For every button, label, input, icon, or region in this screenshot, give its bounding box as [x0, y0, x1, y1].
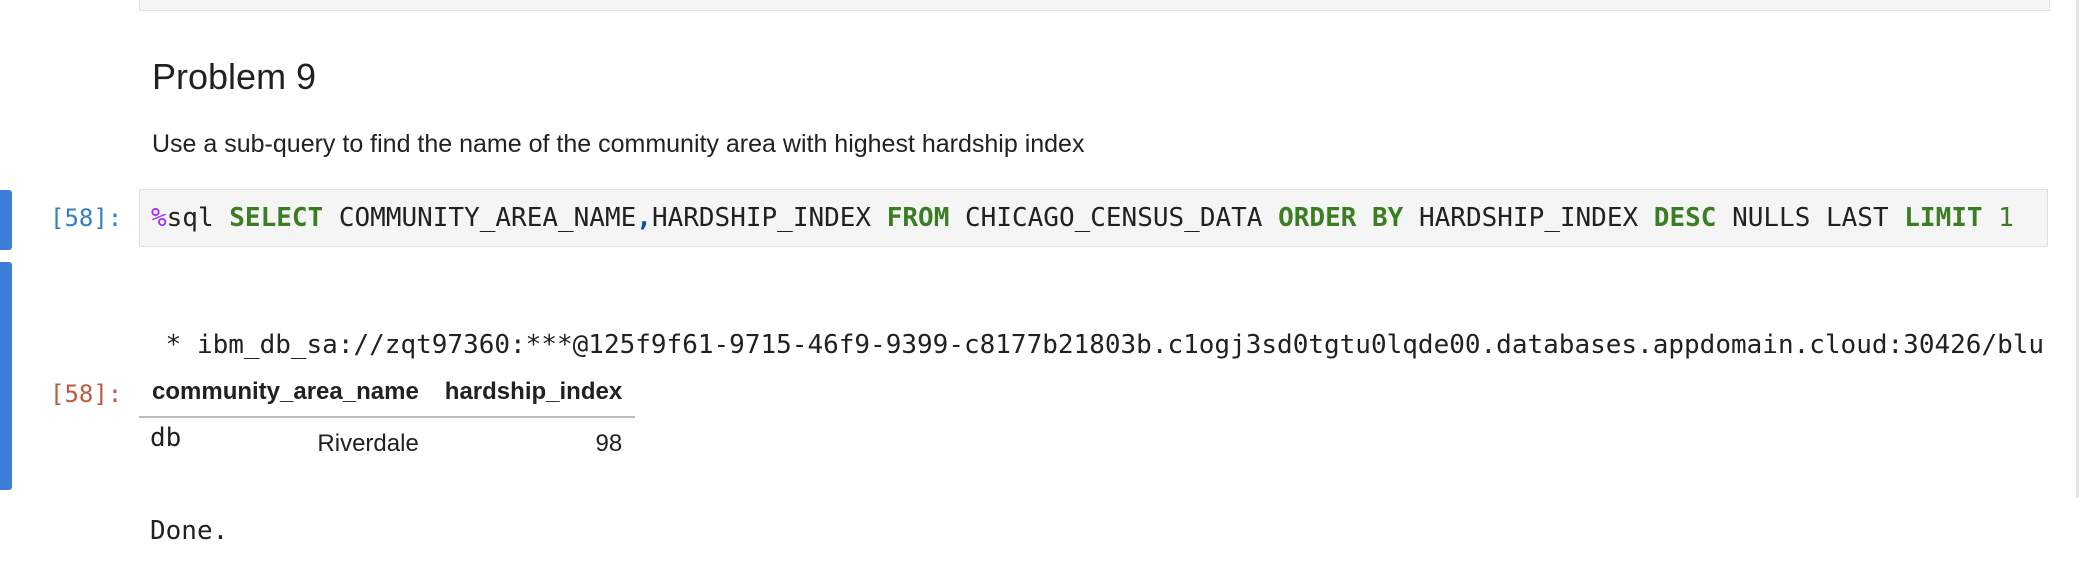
magic-name: sql: [166, 203, 230, 233]
magic-percent: %: [151, 203, 167, 233]
table-cell: Riverdale: [317, 430, 419, 457]
column-header: hardship_index: [431, 372, 636, 418]
column-2: HARDSHIP_INDEX: [651, 203, 887, 233]
output-prompt: [58]:: [50, 380, 123, 408]
kw-desc: DESC: [1653, 203, 1717, 233]
kw-from: FROM: [886, 203, 950, 233]
output-line: Done.: [150, 516, 229, 546]
problem-heading: Problem 9: [152, 56, 317, 97]
scrollbar[interactable]: [2076, 0, 2079, 498]
previous-cell-output: [139, 0, 2050, 11]
code-editor[interactable]: %sql SELECT COMMUNITY_AREA_NAME,HARDSHIP…: [139, 189, 2048, 247]
input-prompt: [58]:: [50, 204, 123, 232]
result-table: community_area_name hardship_index River…: [139, 372, 636, 470]
code-line: %sql SELECT COMMUNITY_AREA_NAME,HARDSHIP…: [151, 203, 2014, 233]
table-name: CHICAGO_CENSUS_DATA: [949, 203, 1279, 233]
comma: ,: [636, 203, 652, 233]
output-line: * ibm_db_sa://zqt97360:***@125f9f61-9715…: [150, 330, 2045, 360]
output-collapse-bar[interactable]: [0, 262, 12, 490]
cell-selection-bar[interactable]: [0, 190, 12, 250]
table-header-row: community_area_name hardship_index: [139, 372, 636, 418]
kw-select: SELECT: [229, 203, 324, 233]
table-row: Riverdale 98: [139, 417, 635, 470]
table-cell: 98: [595, 430, 623, 457]
kw-limit: LIMIT: [1904, 203, 1983, 233]
column-1: COMMUNITY_AREA_NAME: [323, 203, 637, 233]
order-column: HARDSHIP_INDEX: [1403, 203, 1654, 233]
limit-value: 1: [1982, 203, 2014, 233]
kw-order-by: ORDER BY: [1278, 203, 1404, 233]
problem-description: Use a sub-query to find the name of the …: [152, 130, 1085, 158]
nulls-last: NULLS LAST: [1716, 203, 1905, 233]
column-header: community_area_name: [139, 372, 432, 418]
